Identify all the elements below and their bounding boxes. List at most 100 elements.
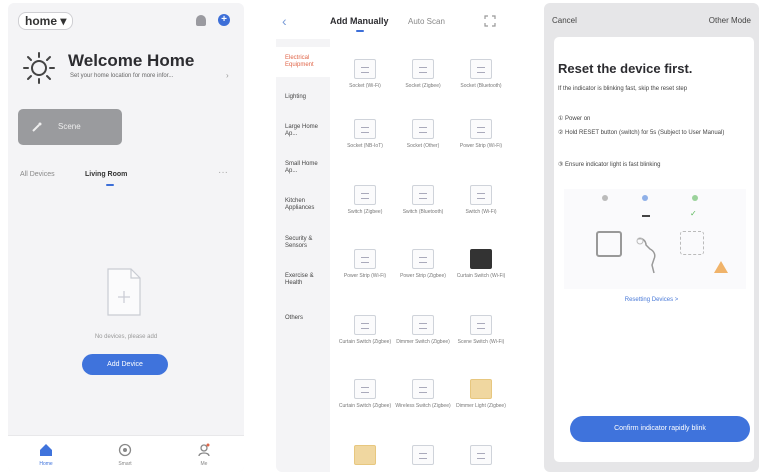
confirm-blink-button[interactable]: Confirm indicator rapidly blink — [570, 416, 750, 442]
nav-label-home[interactable]: Home — [31, 461, 61, 467]
category-electrical[interactable]: Electrical Equipment — [276, 47, 330, 77]
device-label: Socket (Zigbee) — [405, 83, 441, 89]
device-cell[interactable]: Curtain Switch (Zigbee) — [336, 311, 394, 367]
home-icon[interactable] — [39, 443, 53, 457]
home-selector[interactable]: home ▾ — [18, 12, 74, 30]
category-security[interactable]: Security & Sensors — [276, 236, 326, 250]
device-cell[interactable]: Power Strip (Zigbee) — [394, 245, 452, 301]
device-cell[interactable]: Curtain Switch (Zigbee) — [336, 375, 394, 431]
category-others[interactable]: Others — [276, 315, 330, 322]
resetting-devices-link[interactable]: Resetting Devices > — [544, 297, 759, 303]
check-icon: ✓ — [690, 209, 697, 218]
device-label: Wireless Switch (Zigbee) — [395, 403, 451, 409]
device-label: Socket (Wi-Fi) — [349, 83, 381, 89]
category-kitchen[interactable]: Kitchen Appliances — [276, 198, 326, 212]
device-cell[interactable]: Curtain Switch (Wi-Fi) — [452, 245, 510, 301]
device-cell[interactable] — [336, 441, 394, 472]
active-tab-indicator — [106, 184, 114, 186]
instruction-step-2: ② Hold RESET button (switch) for 5s (Sub… — [558, 130, 725, 136]
instruction-step-1: ① Power on — [558, 116, 591, 122]
device-icon — [354, 379, 376, 399]
indicator-blink-icon — [642, 195, 648, 201]
other-mode-button[interactable]: Other Mode — [709, 16, 751, 25]
device-icon — [470, 249, 492, 269]
active-tab-indicator — [356, 30, 364, 32]
device-cell[interactable] — [452, 441, 510, 472]
scene-button[interactable]: Scene — [18, 109, 122, 145]
device-cell[interactable]: Dimmer Switch (Zigbee) — [394, 311, 452, 367]
smart-icon[interactable] — [118, 443, 132, 457]
device-cell[interactable]: Power Strip (Wi-Fi) — [452, 115, 510, 171]
device-icon — [412, 315, 434, 335]
device-icon — [470, 445, 492, 465]
category-lighting[interactable]: Lighting — [276, 94, 330, 101]
device-cell[interactable] — [394, 441, 452, 472]
cancel-button[interactable]: Cancel — [552, 16, 577, 25]
device-icon — [470, 119, 492, 139]
device-cell[interactable]: Socket (Zigbee) — [394, 55, 452, 111]
empty-state-message: No devices, please add — [94, 334, 158, 340]
chevron-right-icon[interactable]: › — [226, 71, 229, 80]
device-outline-icon — [680, 231, 704, 255]
bell-icon[interactable] — [196, 15, 206, 26]
location-hint[interactable]: Set your home location for more infor... — [70, 73, 173, 79]
device-cell[interactable]: Switch (Bluetooth) — [394, 181, 452, 237]
device-icon — [470, 379, 492, 399]
category-exercise[interactable]: Exercise & Health — [276, 273, 326, 287]
sun-icon — [23, 52, 55, 84]
device-cell[interactable]: Socket (Wi-Fi) — [336, 55, 394, 111]
device-cell[interactable]: Scene Switch (Wi-Fi) — [452, 311, 510, 367]
device-cell[interactable]: Wireless Switch (Zigbee) — [394, 375, 452, 431]
device-label: Power Strip (Zigbee) — [400, 273, 446, 279]
tab-add-manually[interactable]: Add Manually — [330, 16, 389, 26]
category-large-home[interactable]: Large Home Ap... — [276, 124, 324, 138]
device-icon — [354, 445, 376, 465]
add-device-button[interactable]: Add Device — [82, 354, 168, 375]
indicator-bar-icon — [642, 215, 650, 217]
device-cell[interactable]: Socket (Bluetooth) — [452, 55, 510, 111]
plus-icon[interactable]: + — [218, 14, 230, 26]
magic-wand-icon — [32, 122, 42, 132]
tab-auto-scan[interactable]: Auto Scan — [408, 17, 445, 26]
device-icon — [412, 445, 434, 465]
device-icon — [412, 119, 434, 139]
device-icon — [354, 249, 376, 269]
device-label: Power Strip (Wi-Fi) — [343, 273, 387, 279]
nav-label-smart[interactable]: Smart — [110, 461, 140, 467]
tab-living-room[interactable]: Living Room — [85, 171, 127, 178]
add-device-screen: ‹ Add Manually Auto Scan Electrical Equi… — [276, 3, 512, 472]
device-label: Dimmer Light (Zigbee) — [456, 403, 506, 409]
device-cell[interactable]: Dimmer Light (Zigbee) — [452, 375, 510, 431]
device-label: Curtain Switch (Zigbee) — [338, 339, 392, 345]
device-icon — [470, 185, 492, 205]
profile-icon[interactable] — [197, 443, 211, 457]
device-label: Scene Switch (Wi-Fi) — [457, 339, 505, 345]
device-box-icon — [596, 231, 622, 257]
more-icon[interactable]: ··· — [218, 167, 228, 178]
back-arrow-icon[interactable]: ‹ — [282, 13, 287, 29]
scan-icon[interactable] — [484, 15, 496, 27]
indicator-off-icon — [602, 195, 608, 201]
device-label: Switch (Zigbee) — [347, 209, 383, 215]
top-bar: home ▾ + — [8, 3, 244, 37]
device-cell[interactable]: Switch (Wi-Fi) — [452, 181, 510, 237]
category-sidebar: Electrical Equipment Lighting Large Home… — [276, 39, 330, 472]
instruction-step-3: ③ Ensure indicator light is fast blinkin… — [558, 162, 661, 168]
scene-button-label: Scene — [58, 122, 81, 131]
device-label: Socket (NB-IoT) — [347, 143, 383, 149]
device-label: Socket (Other) — [406, 143, 440, 149]
device-cell[interactable]: Switch (Zigbee) — [336, 181, 394, 237]
device-cell[interactable]: Socket (Other) — [394, 115, 452, 171]
device-cell[interactable]: Socket (NB-IoT) — [336, 115, 394, 171]
reset-device-screen: Cancel Other Mode Reset the device first… — [544, 3, 759, 472]
bottom-navigation: Home Smart Me — [8, 435, 244, 472]
category-small-home[interactable]: Small Home Ap... — [276, 161, 324, 175]
tab-all-devices[interactable]: All Devices — [20, 171, 55, 178]
device-label: Switch (Wi-Fi) — [465, 209, 497, 215]
nav-label-me[interactable]: Me — [189, 461, 219, 467]
device-label: Curtain Switch (Zigbee) — [338, 403, 392, 409]
document-icon — [107, 268, 141, 316]
device-icon — [354, 119, 376, 139]
device-cell[interactable]: Power Strip (Wi-Fi) — [336, 245, 394, 301]
device-icon — [412, 249, 434, 269]
